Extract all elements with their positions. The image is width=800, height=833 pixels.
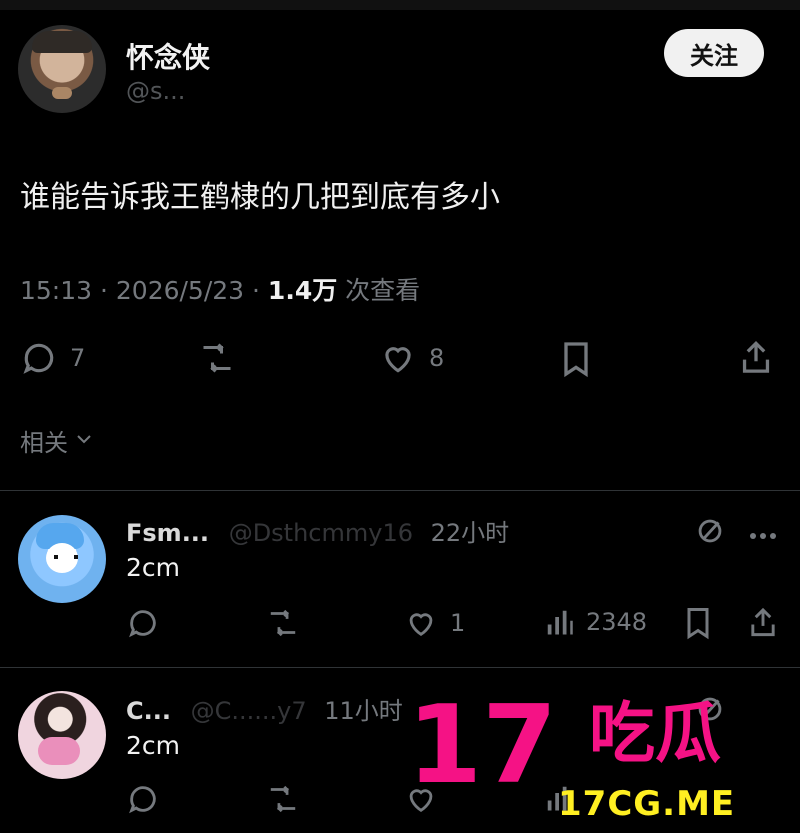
reply-bookmark-action[interactable] [683, 605, 713, 641]
reply-comment-action[interactable] [126, 782, 160, 816]
reply-author-handle[interactable]: @Dsthcmmy16 [229, 519, 413, 547]
more-options-icon[interactable] [748, 526, 778, 545]
author-avatar[interactable] [18, 25, 106, 113]
share-icon [747, 605, 779, 641]
post-text: 谁能告诉我王鹤棣的几把到底有多小 [20, 180, 500, 215]
repost-icon [264, 606, 302, 640]
post-time: 15:13 · 2026/5/23 · [20, 276, 268, 305]
reply-time: 22小时 [430, 519, 510, 547]
follow-button[interactable]: 关注 [664, 29, 764, 77]
repost-icon [196, 339, 238, 377]
bookmark-icon [559, 339, 593, 379]
comment-count: 7 [70, 344, 86, 372]
watermark-chinese: 吃瓜 [589, 695, 721, 772]
analytics-icon [544, 606, 574, 638]
grok-icon[interactable] [693, 514, 727, 552]
author-username[interactable]: @s... [126, 77, 185, 105]
reply-header: C... @C......y7 11小时 [126, 691, 403, 726]
share-action[interactable] [738, 338, 774, 378]
reply-repost-action[interactable] [264, 606, 302, 640]
reply-author-name[interactable]: Fsm... [126, 519, 209, 547]
heart-icon [379, 339, 417, 377]
reply-author-handle[interactable]: @C......y7 [191, 697, 307, 725]
comment-icon [126, 782, 160, 816]
bookmark-icon [683, 605, 713, 641]
reply-avatar-toy-shape [38, 737, 80, 765]
like-count: 8 [429, 344, 445, 372]
avatar-mouth-shape [52, 87, 72, 99]
author-display-name[interactable]: 怀念侠 [126, 36, 210, 76]
reply-header: Fsm... @Dsthcmmy16 22小时 [126, 513, 509, 548]
reply-text: 2cm [126, 553, 181, 582]
like-action[interactable]: 8 [379, 339, 444, 377]
reply-like-action[interactable]: 1 [404, 606, 465, 640]
post-views-label: 次查看 [337, 276, 421, 305]
comment-action[interactable]: 7 [20, 339, 85, 377]
reply-avatar[interactable] [18, 691, 106, 779]
reply-time: 11小时 [324, 697, 403, 725]
reply-text: 2cm [126, 731, 181, 760]
repost-icon [264, 782, 302, 816]
reply-repost-action[interactable] [264, 782, 302, 816]
reply-avatar-eyes-shape [54, 555, 78, 559]
share-icon [738, 338, 774, 378]
related-label: 相关 [20, 429, 68, 457]
comment-icon [126, 606, 160, 640]
reply-analytics-action[interactable]: 2348 [544, 606, 647, 638]
comment-icon [20, 339, 58, 377]
watermark-number: 17 [407, 684, 557, 802]
related-toggle[interactable]: 相关 [20, 423, 94, 458]
reply-divider-1 [0, 490, 800, 491]
avatar-hair-shape [32, 31, 92, 53]
watermark-site-text: 17CG.ME [558, 784, 736, 824]
chevron-down-icon [74, 427, 94, 455]
reply-view-count: 2348 [586, 608, 648, 636]
reply-author-name[interactable]: C... [126, 697, 171, 725]
reply-avatar[interactable] [18, 515, 106, 603]
heart-icon [404, 606, 438, 640]
reply-share-action[interactable] [747, 605, 779, 641]
reply-divider-2 [0, 667, 800, 668]
post-views-count: 1.4万 [267, 276, 338, 305]
top-strip [0, 0, 800, 10]
bookmark-action[interactable] [559, 339, 593, 379]
post-meta: 15:13 · 2026/5/23 · 1.4万 次查看 [20, 271, 420, 307]
repost-action[interactable] [196, 339, 238, 377]
reply-like-count: 1 [450, 609, 466, 637]
reply-comment-action[interactable] [126, 606, 160, 640]
